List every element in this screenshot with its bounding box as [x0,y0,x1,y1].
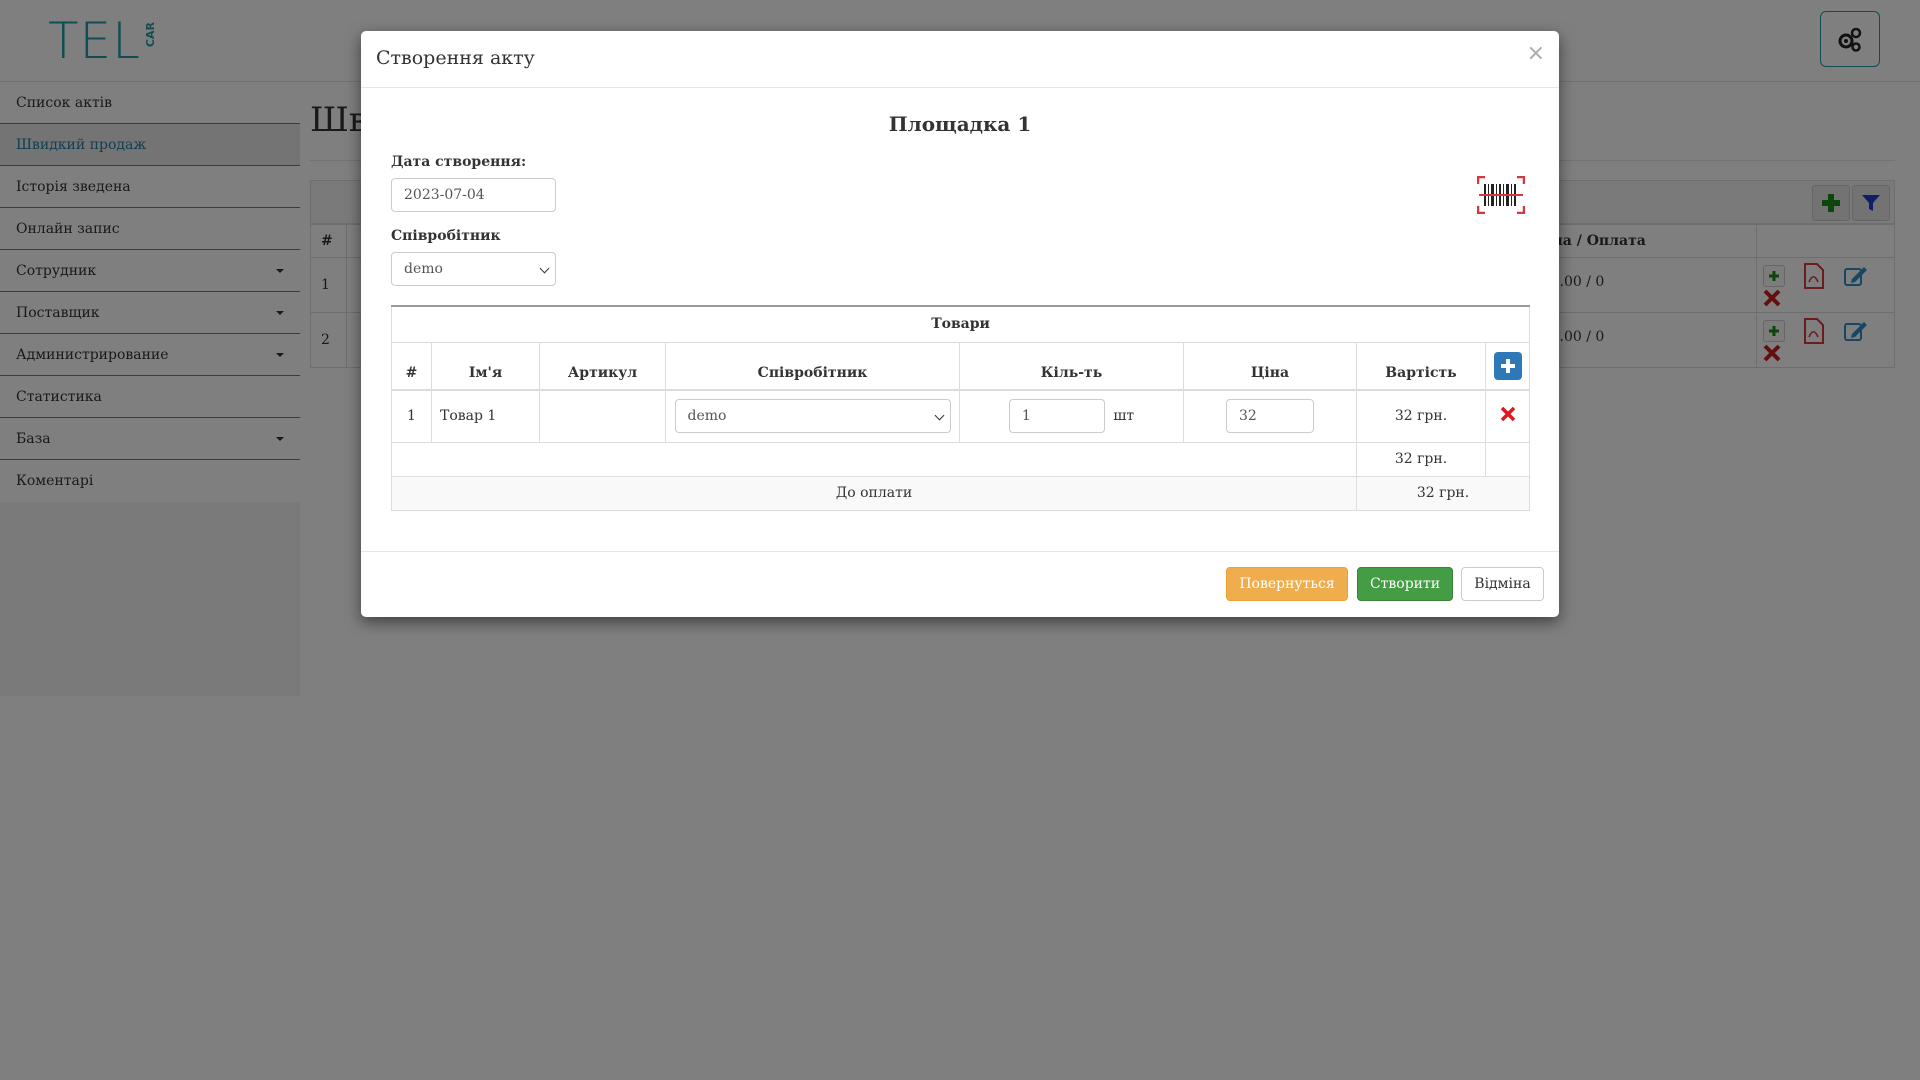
employee-label: Співробітник [391,228,501,244]
column-header: # [391,341,432,391]
employee-select[interactable]: demo [391,252,556,286]
subtotal: 32 грн. [1356,441,1486,477]
table-row: 1 Товар 1 demo 1 шт 32 32 грн. [391,389,1531,443]
date-field[interactable]: 2023-07-04 [391,178,556,212]
close-icon[interactable]: × [1527,41,1545,66]
modal-title: Створення акту [376,47,535,69]
item-name: Товар 1 [431,389,540,443]
barcode-scanner-button[interactable] [1476,175,1526,215]
item-article [539,389,666,443]
cancel-button[interactable]: Відміна [1461,567,1544,601]
back-button[interactable]: Повернуться [1226,567,1348,601]
plus-icon [1500,358,1515,373]
pay-total: 32 грн. [1355,475,1531,511]
modal-body: Площадка 1 Дата створення: 2023-07-04 Сп… [361,88,1559,554]
item-employee-select[interactable]: demo [674,399,951,434]
goods-table: Товари # Ім'я Артикул Співробітник Кіль-… [390,305,1531,511]
delete-item-button[interactable] [1500,407,1516,426]
create-button[interactable]: Створити [1357,567,1453,601]
goods-caption: Товари [390,305,1531,343]
item-employee-value: demo [687,408,727,425]
employee-select-value: demo [404,261,443,277]
column-header: Артикул [539,341,666,391]
item-number: 1 [391,389,432,443]
item-price-input[interactable]: 32 [1226,399,1314,434]
chevron-down-icon [934,410,944,421]
add-item-button[interactable] [1493,351,1522,380]
item-unit: шт [1113,408,1135,425]
modal-footer: Повернуться Створити Відміна [361,551,1559,617]
column-header: Вартість [1356,341,1486,391]
modal-header: Створення акту × [361,31,1559,88]
site-name: Площадка 1 [888,112,1032,136]
pay-label: До оплати [391,475,1357,511]
date-label: Дата створення: [391,154,527,170]
item-price-value: 32 [1239,408,1257,425]
barcode-icon [1476,175,1526,215]
column-header: Ціна [1183,341,1357,391]
column-header: Ім'я [431,341,540,391]
item-quantity-input[interactable]: 1 [1008,399,1105,434]
date-value: 2023-07-04 [404,187,485,203]
delete-icon [1500,407,1515,422]
column-header: Співробітник [665,341,960,391]
item-quantity-value: 1 [1021,408,1031,425]
create-act-modal: Створення акту × Площадка 1 Дата створен… [361,31,1559,617]
chevron-down-icon [539,263,550,274]
item-cost: 32 грн. [1356,389,1486,443]
column-header: Кіль-ть [959,341,1184,391]
